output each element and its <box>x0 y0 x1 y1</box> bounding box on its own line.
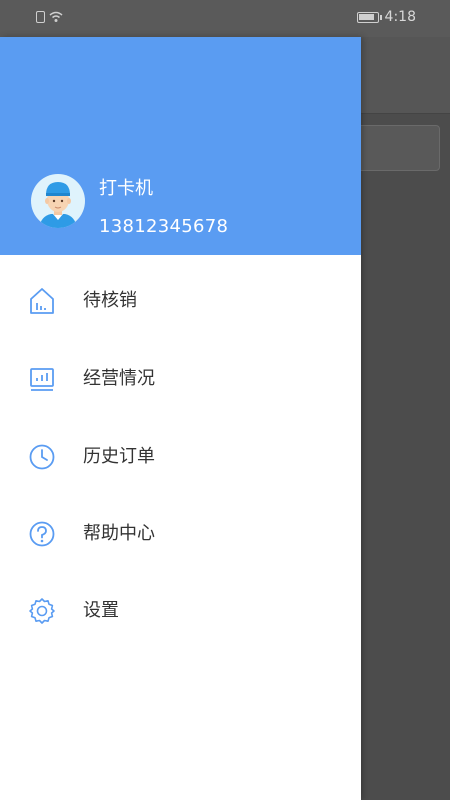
sim-icon <box>36 11 45 23</box>
menu-item-label: 帮助中心 <box>83 523 155 544</box>
chart-icon <box>30 368 54 391</box>
avatar-icon <box>39 182 77 228</box>
user-phone: 13812345678 <box>99 216 229 237</box>
user-name: 打卡机 <box>99 178 153 199</box>
menu-item-label: 设置 <box>83 600 119 621</box>
menu-item-help-center[interactable]: 帮助中心 <box>0 504 361 564</box>
status-time: 4:18 <box>384 9 416 25</box>
menu-item-pending-verification[interactable]: 待核销 <box>0 271 361 331</box>
settings-icon <box>29 598 55 624</box>
clock-icon <box>29 444 55 470</box>
menu-item-label: 待核销 <box>83 290 137 311</box>
battery-icon <box>356 11 382 23</box>
home-icon <box>30 288 54 314</box>
status-left-icons <box>36 11 63 23</box>
menu-item-business-status[interactable]: 经营情况 <box>0 349 361 409</box>
menu-item-settings[interactable]: 设置 <box>0 581 361 641</box>
status-bar: 4:18 <box>0 0 450 37</box>
menu-item-label: 历史订单 <box>83 446 155 467</box>
navigation-drawer: 打卡机 13812345678 待核销 经营情况 历史订单 帮助中心 设置 <box>0 37 361 800</box>
menu-item-label: 经营情况 <box>83 368 155 389</box>
drawer-header: 打卡机 13812345678 <box>0 37 361 255</box>
menu-item-order-history[interactable]: 历史订单 <box>0 427 361 487</box>
wifi-icon <box>49 11 63 22</box>
worker-avatar[interactable] <box>31 174 85 228</box>
help-icon <box>29 521 55 547</box>
status-right: 4:18 <box>356 9 416 25</box>
